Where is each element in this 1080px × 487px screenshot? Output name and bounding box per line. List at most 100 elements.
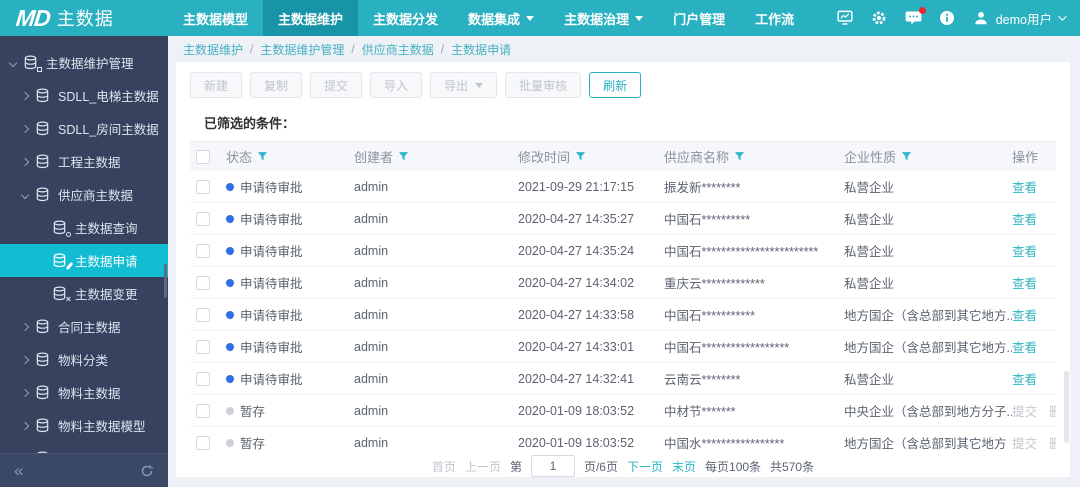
sidebar-item[interactable]: 主数据申请 [0,244,168,277]
view-link[interactable]: 查看 [1012,209,1037,228]
toolbar-button[interactable]: 新建 [190,72,243,98]
sidebar-item[interactable]: 物料主数据模型 [0,409,168,442]
toolbar-button[interactable]: 导入 [370,72,423,98]
toolbar-button-label: 刷新 [603,78,628,93]
toolbar-button[interactable]: 提交 [310,72,363,98]
breadcrumb-item[interactable]: 主数据申请 [451,41,511,58]
sidebar-resize-handle[interactable] [164,264,167,298]
supplier-name-cell: 中国石*********** [664,309,756,323]
collapse-sidebar-button[interactable]: « [14,461,24,481]
enterprise-nature-cell: 私营企业 [844,181,895,195]
sidebar-item[interactable]: 工程主数据 [0,145,168,178]
refresh-tree-button[interactable] [140,464,154,478]
sidebar-item[interactable]: SDLL_房间主数据 [0,112,168,145]
column-header-label: 状态 [226,150,253,165]
table-scrollbar[interactable] [1064,371,1069,443]
row-checkbox[interactable] [196,307,210,322]
view-link[interactable]: 查看 [1012,337,1037,356]
sidebar-item[interactable]: 物料分类 [0,343,168,376]
status-cell: 申请待审批 [226,305,354,324]
db-icon [35,352,51,367]
view-link[interactable]: 查看 [1012,177,1037,196]
breadcrumb-item[interactable]: 供应商主数据 [362,41,434,58]
chevron-right-icon [20,421,30,430]
table-row: 暂存 admin 2020-01-09 18:03:52 中材节******* 中央企业… [190,395,1056,427]
chevron-down-icon [526,15,535,21]
toolbar-button[interactable]: 复制 [250,72,303,98]
filter-icon[interactable] [734,151,745,162]
toolbar-button[interactable]: 导出 [430,72,498,98]
actions-cell: 提交删除 [1012,401,1056,420]
refresh-button[interactable]: 刷新 [589,72,642,98]
delete-link[interactable]: 删除 [1049,401,1056,420]
toolbar-button[interactable]: 批量审核 [505,72,582,98]
sidebar-item[interactable]: SDLL_电梯主数据 [0,79,168,112]
table-row: 暂存 admin 2020-01-09 18:03:52 中国水***********… [190,427,1056,450]
view-link[interactable]: 查看 [1012,241,1037,260]
page-number-input[interactable] [530,455,575,477]
actions-cell: 查看 [1012,273,1056,292]
delete-link[interactable]: 删除 [1049,433,1056,450]
top-nav-item[interactable]: 主数据治理 [549,0,658,36]
sidebar-item[interactable]: 主数据查询 [0,211,168,244]
status-cell: 暂存 [226,401,354,420]
status-cell: 申请待审批 [226,177,354,196]
row-checkbox[interactable] [196,339,210,354]
row-checkbox[interactable] [196,403,210,418]
sidebar-item[interactable]: 合同主数据 [0,310,168,343]
modified-time-cell: 2020-01-09 18:03:52 [518,403,635,418]
top-nav-item[interactable]: 主数据模型 [168,0,263,36]
row-checkbox[interactable] [196,243,210,258]
prev-page-button[interactable]: 上一页 [465,458,501,475]
toolbar-button-label: 提交 [324,78,349,93]
filter-icon[interactable] [398,151,409,162]
row-checkbox[interactable] [196,371,210,386]
settings-icon[interactable] [871,10,888,27]
sidebar-item[interactable]: 主数据维护管理 [0,46,168,79]
top-nav-item[interactable]: 数据集成 [453,0,549,36]
messages-icon[interactable] [905,6,926,27]
breadcrumb-item[interactable]: 主数据维护 [183,41,243,58]
app-window: MD 主数据 主数据模型 主数据维护 主数据分发 数据集成 主数据治理 门户管理 工作流 d… [0,0,1080,487]
last-page-button[interactable]: 末页 [672,458,696,475]
row-checkbox[interactable] [196,435,210,450]
dashboard-icon[interactable] [837,10,854,27]
view-link[interactable]: 查看 [1012,305,1037,324]
column-header: 供应商名称 [664,147,844,166]
first-page-button[interactable]: 首页 [432,458,456,475]
next-page-button[interactable]: 下一页 [627,458,663,475]
sidebar-item[interactable]: × 主数据变更 [0,277,168,310]
top-nav-item[interactable]: 主数据维护 [263,0,359,36]
breadcrumb-item[interactable]: 主数据维护管理 [260,41,344,58]
modified-time-cell: 2020-04-27 14:35:27 [518,211,635,226]
db-icon [35,88,51,103]
status-dot-icon [226,214,234,223]
row-checkbox[interactable] [196,179,210,194]
chevron-down-icon [635,15,644,21]
filter-icon[interactable] [575,151,586,162]
submit-link[interactable]: 提交 [1012,433,1037,450]
select-all-checkbox[interactable] [196,149,210,164]
filter-icon[interactable] [257,151,268,162]
row-checkbox[interactable] [196,211,210,226]
info-icon[interactable] [939,10,956,27]
sidebar-item[interactable]: 供应商主数据 [0,178,168,211]
db-icon [35,319,51,334]
row-select-cell [190,403,226,418]
filter-icon[interactable] [901,151,912,162]
db-group-icon [23,55,42,72]
top-nav-item[interactable]: 工作流 [740,0,809,36]
supplier-name-cell: 中材节******* [664,405,736,419]
row-checkbox[interactable] [196,275,210,290]
table-body: 申请待审批 admin 2021-09-29 21:17:15 振发新********… [190,171,1056,450]
view-link[interactable]: 查看 [1012,369,1037,388]
sidebar-item-label: 主数据变更 [75,288,138,302]
top-nav-item[interactable]: 主数据分发 [358,0,453,36]
supplier-name-cell: 云南云******** [664,373,741,387]
user-menu[interactable]: demo用户 [973,9,1067,28]
submit-link[interactable]: 提交 [1012,401,1037,420]
table-row: 申请待审批 admin 2020-04-27 14:33:01 中国石********… [190,331,1056,363]
view-link[interactable]: 查看 [1012,273,1037,292]
top-nav-item[interactable]: 门户管理 [658,0,740,36]
sidebar-item[interactable]: 物料主数据 [0,376,168,409]
